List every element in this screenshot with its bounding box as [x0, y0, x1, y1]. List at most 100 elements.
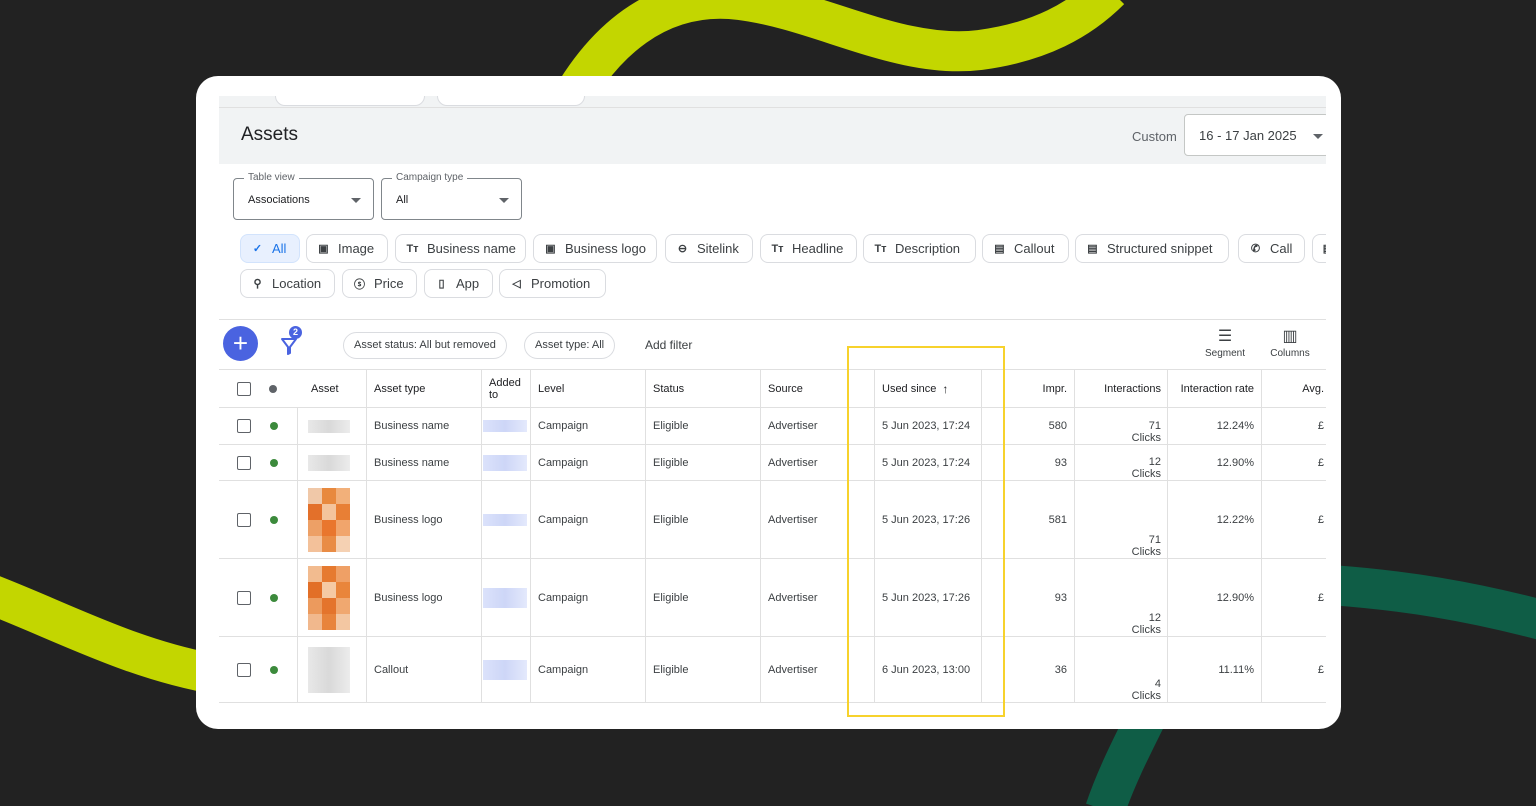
header-status[interactable]: Status — [653, 370, 684, 407]
header-asset-type[interactable]: Asset type — [374, 370, 425, 407]
cell-interactions: 71 Clicks — [1079, 408, 1161, 444]
cell-impr: 36 — [1054, 663, 1067, 676]
document-icon: ▤ — [994, 243, 1005, 255]
date-range-picker[interactable]: 16 - 17 Jan 2025 — [1184, 114, 1326, 156]
row-checkbox[interactable] — [237, 481, 251, 558]
add-filter-link[interactable]: Add filter — [645, 338, 692, 352]
cell-interactions: 12 Clicks — [1079, 445, 1161, 480]
header-added-to[interactable]: Added to — [489, 370, 523, 407]
chip-location[interactable]: ⚲ Location — [240, 269, 335, 298]
date-range-label: Custom — [1132, 129, 1177, 144]
row-checkbox[interactable] — [237, 637, 251, 702]
select-all-checkbox[interactable] — [237, 370, 251, 407]
chip-business-name[interactable]: Tт Business name — [395, 234, 526, 263]
chip-structured-snippet[interactable]: ▤ Structured snippet — [1075, 234, 1229, 263]
text-icon: Tт — [406, 242, 419, 255]
blurred-text — [308, 646, 350, 693]
campaign-type-dropdown[interactable]: Campaign type All — [381, 172, 522, 220]
segment-label: Segment — [1204, 348, 1246, 359]
add-button[interactable]: + — [223, 326, 258, 361]
blurred-text — [308, 454, 350, 471]
header-asset[interactable]: Asset — [311, 370, 339, 407]
used-since-highlight-box — [847, 346, 1005, 717]
cell-added-to[interactable] — [483, 637, 527, 702]
chip-headline[interactable]: Tт Headline — [760, 234, 857, 263]
chip-price[interactable]: ⓢ Price — [342, 269, 417, 298]
table-row[interactable]: Callout Campaign Eligible Advertiser 6 J… — [219, 637, 1326, 703]
column-separator — [1261, 370, 1262, 703]
asset-thumbnail[interactable] — [308, 445, 350, 480]
cell-asset-type: Business name — [374, 456, 450, 469]
table-row[interactable]: Business logo Campaign Eligible Advertis… — [219, 481, 1326, 559]
chevron-down-icon — [351, 198, 361, 203]
checkbox-box — [237, 662, 251, 677]
checkbox-box — [237, 512, 251, 527]
table-row[interactable]: Business name Campaign Eligible Advertis… — [219, 445, 1326, 481]
status-dot — [270, 458, 278, 467]
price-icon: ⓢ — [354, 278, 365, 291]
link-icon: ⊖ — [677, 243, 688, 255]
blurred-link — [483, 454, 527, 471]
chevron-down-icon — [499, 198, 509, 203]
row-checkbox[interactable] — [237, 559, 251, 636]
asset-thumbnail[interactable] — [308, 408, 350, 444]
page-title: Assets — [241, 124, 299, 145]
cell-added-to[interactable] — [483, 559, 527, 636]
table-view-dropdown[interactable]: Table view Associations — [233, 172, 374, 220]
chip-image[interactable]: ▣ Image — [306, 234, 388, 263]
table-row[interactable]: Business name Campaign Eligible Advertis… — [219, 408, 1326, 445]
chip-label: Promotion — [531, 276, 591, 291]
chip-all[interactable]: ✓ All — [240, 234, 300, 263]
chip-promotion[interactable]: ◁ Promotion — [499, 269, 606, 298]
chip-label: Call — [1270, 241, 1293, 256]
columns-icon: ▥ — [1282, 328, 1298, 345]
cell-added-to[interactable] — [483, 481, 527, 558]
row-checkbox[interactable] — [237, 408, 251, 444]
chip-overflow[interactable]: ▤ — [1312, 234, 1326, 263]
interactions-unit: Clicks — [1131, 690, 1161, 702]
asset-logo-thumbnail[interactable] — [308, 481, 350, 558]
interactions-unit: Clicks — [1131, 546, 1161, 558]
chip-business-logo[interactable]: ▣ Business logo — [533, 234, 657, 263]
chip-label: Callout — [1014, 241, 1055, 256]
cell-status: Eligible — [653, 456, 689, 469]
cell-avg: £ — [1317, 513, 1324, 526]
status-dot-icon — [270, 445, 278, 480]
table-view-value: Associations — [248, 194, 310, 206]
columns-button[interactable]: ▥ Columns — [1260, 328, 1320, 359]
chip-callout[interactable]: ▤ Callout — [982, 234, 1069, 263]
chip-app[interactable]: ▯ App — [424, 269, 493, 298]
cell-source: Advertiser — [768, 513, 818, 526]
segment-button[interactable]: ☰ Segment — [1195, 328, 1255, 359]
chevron-down-icon — [1313, 134, 1323, 139]
column-separator — [481, 370, 482, 703]
filter-chip-asset-status[interactable]: Asset status: All but removed — [343, 332, 507, 359]
top-pill[interactable] — [437, 96, 585, 106]
top-strip — [219, 96, 1326, 108]
top-pill[interactable] — [275, 96, 425, 106]
cell-interactions: 71 Clicks — [1079, 481, 1161, 558]
header-interactions[interactable]: Interactions — [1079, 370, 1161, 407]
title-bar: Assets Custom 16 - 17 Jan 2025 — [219, 108, 1326, 164]
chip-sitelink[interactable]: ⊖ Sitelink — [665, 234, 753, 263]
table-row[interactable]: Business logo Campaign Eligible Advertis… — [219, 559, 1326, 637]
chip-description[interactable]: Tт Description — [863, 234, 976, 263]
header-interaction-rate[interactable]: Interaction rate — [1169, 370, 1254, 407]
cell-interaction-rate: 12.24% — [1216, 420, 1254, 432]
cell-added-to[interactable] — [483, 445, 527, 480]
asset-logo-thumbnail[interactable] — [308, 559, 350, 636]
header-source[interactable]: Source — [768, 370, 803, 407]
interactions-value: 71 — [1148, 420, 1161, 432]
asset-thumbnail[interactable] — [308, 637, 350, 702]
cell-interaction-rate: 12.22% — [1216, 513, 1254, 526]
filter-chip-asset-type[interactable]: Asset type: All — [524, 332, 616, 359]
chip-call[interactable]: ✆ Call — [1238, 234, 1305, 263]
row-checkbox[interactable] — [237, 445, 251, 480]
cell-interactions: 4 Clicks — [1079, 637, 1161, 702]
header-level[interactable]: Level — [538, 370, 564, 407]
header-impr[interactable]: Impr. — [1009, 370, 1067, 407]
cell-added-to[interactable] — [483, 408, 527, 444]
header-avg[interactable]: Avg. — [1264, 370, 1324, 407]
cell-status: Eligible — [653, 513, 689, 526]
column-separator — [1167, 370, 1168, 703]
